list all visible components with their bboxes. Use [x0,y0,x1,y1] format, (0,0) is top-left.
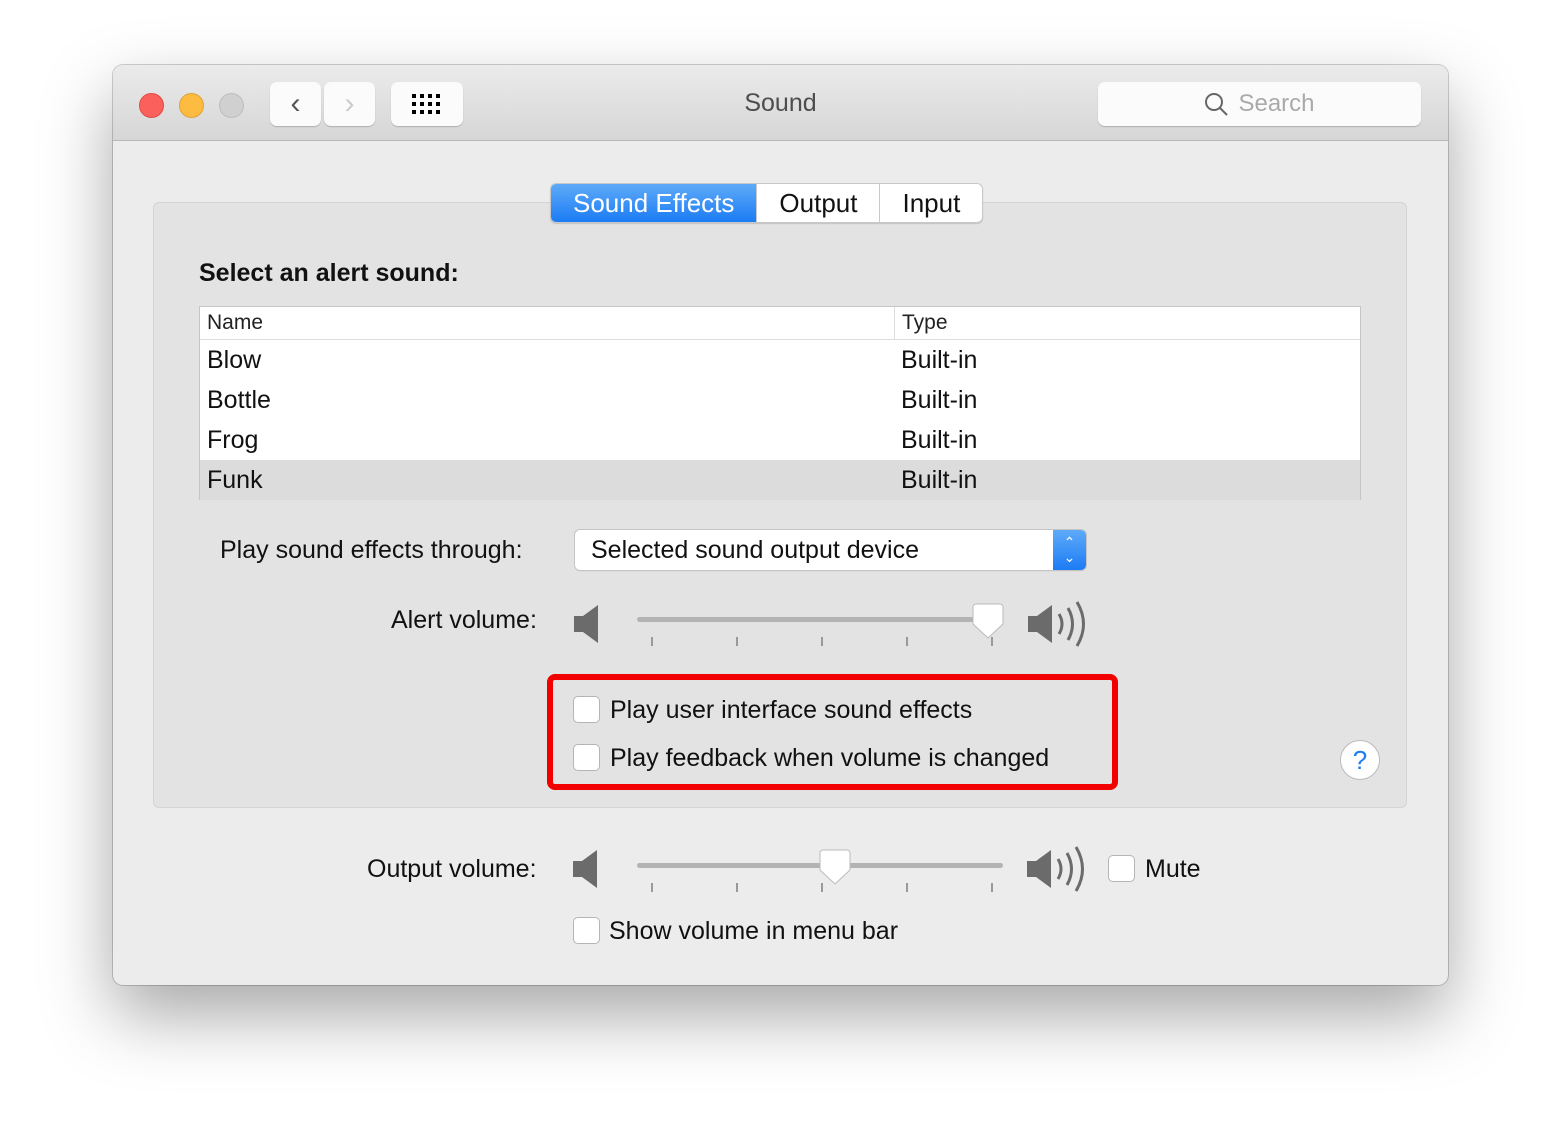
tab-sound-effects[interactable]: Sound Effects [551,184,757,222]
mute-checkbox[interactable] [1108,855,1135,882]
sound-preferences-window: ‹ › Sound Search Select an alert sound: … [113,65,1448,985]
sound-name: Bottle [207,386,271,414]
slider-tick [651,637,653,646]
table-row[interactable]: Bottle Built-in [200,380,1360,420]
play-through-select[interactable]: Selected sound output device ⌃ ⌄ [575,530,1086,570]
slider-tick [906,883,908,892]
search-field[interactable]: Search [1098,82,1421,126]
sound-type: Built-in [901,386,978,414]
alert-sound-heading: Select an alert sound: [199,259,459,287]
chevron-up-down-icon: ⌃ ⌄ [1053,530,1086,570]
sound-type: Built-in [901,346,978,374]
speaker-low-icon [574,605,598,643]
column-header-type[interactable]: Type [894,307,948,339]
sound-type: Built-in [901,466,978,494]
sound-type: Built-in [901,426,978,454]
show-volume-menu-bar-label: Show volume in menu bar [609,917,899,945]
alert-volume-slider[interactable] [637,603,1004,646]
speaker-low-icon [573,850,597,888]
search-placeholder: Search [1238,90,1315,117]
output-volume-slider[interactable] [637,849,1003,892]
slider-tick [821,637,823,646]
play-through-label: Play sound effects through: [220,536,523,564]
output-volume-label: Output volume: [367,855,537,883]
alert-volume-label: Alert volume: [391,606,537,634]
search-icon [1205,93,1229,116]
title-bar: ‹ › Sound Search [113,65,1448,141]
speaker-high-icon [1028,601,1085,647]
table-row-selected[interactable]: Funk Built-in [200,460,1360,500]
help-button[interactable]: ? [1340,740,1380,780]
show-volume-menu-bar-checkbox[interactable] [573,917,600,944]
highlight-annotation [547,674,1118,790]
slider-thumb[interactable] [972,603,1004,639]
sound-name: Funk [207,466,263,494]
tab-bar: Sound Effects Output Input [550,183,984,223]
table-row[interactable]: Frog Built-in [200,420,1360,460]
sound-name: Blow [207,346,262,374]
slider-tick [736,637,738,646]
sound-name: Frog [207,426,259,454]
speaker-high-icon [1027,846,1084,892]
tab-output[interactable]: Output [756,184,879,222]
column-header-name[interactable]: Name [200,307,894,339]
slider-tick [906,637,908,646]
table-row[interactable]: Blow Built-in [200,340,1360,380]
mute-label: Mute [1145,855,1201,883]
slider-tick [736,883,738,892]
table-header: Name Type [200,307,1360,340]
slider-thumb[interactable] [819,849,851,885]
play-through-value: Selected sound output device [591,536,920,564]
alert-sound-table[interactable]: Name Type Blow Built-in Bottle Built-in Fr… [199,306,1361,500]
slider-tick [991,883,993,892]
slider-track [637,617,1003,622]
tab-input[interactable]: Input [879,184,982,222]
slider-tick [651,883,653,892]
sound-effects-panel: Select an alert sound: Name Type Blow Bui… [153,202,1407,808]
